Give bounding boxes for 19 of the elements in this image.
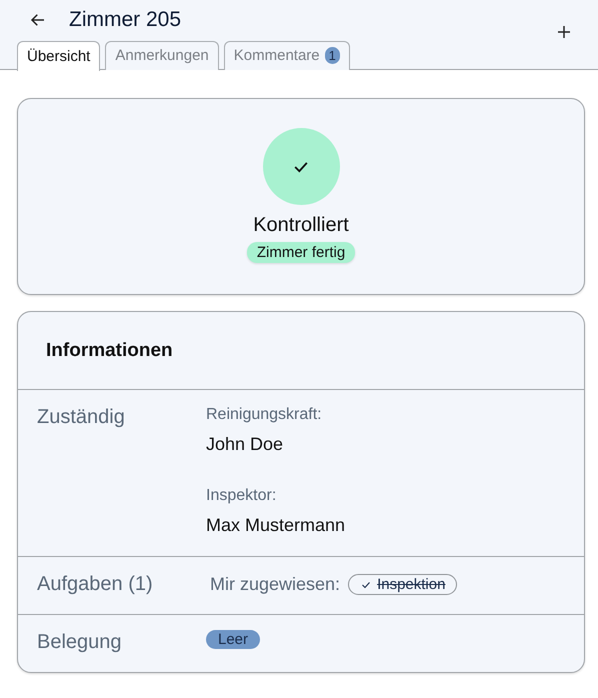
row-label: Belegung [37,631,123,654]
person-name: John Doe [206,434,284,455]
status-tag: Zimmer fertig [246,242,356,263]
tab[interactable]: Anmerkungen [105,41,219,70]
assigned-label: Mir zugewiesen: [210,574,340,595]
section-title: Informationen [46,340,174,362]
page-title: Zimmer 205 [69,8,182,32]
task-chip[interactable]: Inspektion [348,574,458,595]
add-button[interactable] [556,24,572,40]
person-name: Max Mustermann [206,515,346,536]
row-label: Zuständig [37,406,126,430]
role-label: Reinigungskraft: [206,406,323,424]
row-label: Aufgaben (1) [37,573,154,596]
role-label: Inspektor: [206,487,278,505]
status-label: Kontrolliert [253,214,349,237]
tab[interactable]: Kommentare 1 [224,41,350,70]
tab[interactable]: Übersicht [17,41,100,71]
occupancy-tag: Leer [206,630,260,649]
count-badge: 1 [324,47,340,64]
